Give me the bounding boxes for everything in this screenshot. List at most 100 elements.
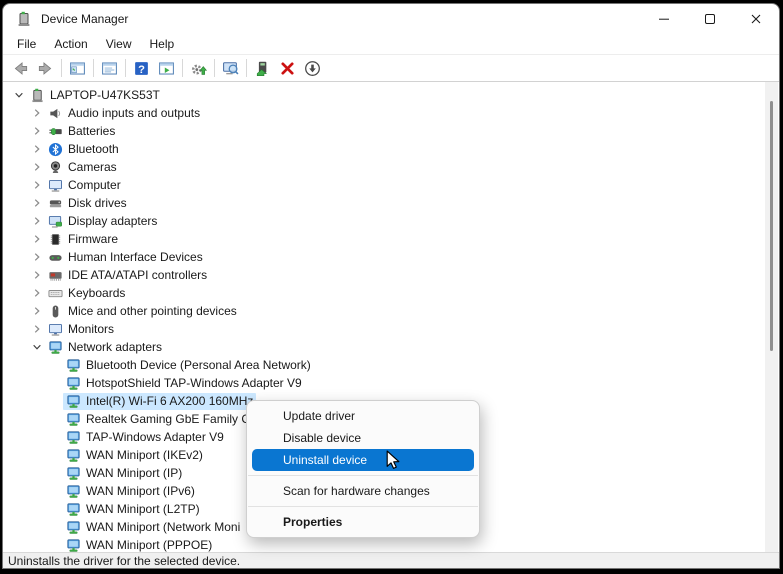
tree-item-keyboards[interactable]: Keyboards bbox=[3, 284, 779, 302]
scrollbar-track[interactable] bbox=[765, 82, 778, 552]
chevron-right-icon bbox=[30, 196, 44, 210]
scrollbar-thumb[interactable] bbox=[770, 101, 773, 351]
tree-item-label: Firmware bbox=[68, 232, 118, 246]
row-body[interactable]: WAN Miniport (IP) bbox=[63, 465, 185, 482]
chevron-right-icon[interactable] bbox=[29, 159, 45, 175]
row-body[interactable]: Audio inputs and outputs bbox=[45, 105, 203, 122]
chevron-right-icon[interactable] bbox=[29, 267, 45, 283]
context-menu-item-properties[interactable]: Properties bbox=[247, 511, 479, 533]
show-console-tree-button[interactable] bbox=[65, 56, 90, 80]
toolbar-separator bbox=[246, 59, 247, 77]
row-body[interactable]: WAN Miniport (PPPOE) bbox=[63, 537, 215, 553]
row-body[interactable]: Disk drives bbox=[45, 195, 130, 212]
svg-text:?: ? bbox=[138, 63, 145, 75]
tree-item-firmware[interactable]: Firmware bbox=[3, 230, 779, 248]
disable-device-button[interactable] bbox=[300, 56, 325, 80]
uninstall-device-button[interactable] bbox=[275, 56, 300, 80]
chevron-right-icon[interactable] bbox=[29, 141, 45, 157]
row-body[interactable]: Keyboards bbox=[45, 285, 128, 302]
chevron-right-icon[interactable] bbox=[29, 213, 45, 229]
chevron-right-icon[interactable] bbox=[29, 195, 45, 211]
row-body[interactable]: Display adapters bbox=[45, 213, 160, 230]
tree-item-label: Bluetooth bbox=[68, 142, 119, 156]
selected-row-body[interactable]: Intel(R) Wi-Fi 6 AX200 160MHz bbox=[63, 393, 256, 410]
close-button[interactable] bbox=[733, 4, 779, 34]
menu-help[interactable]: Help bbox=[141, 35, 184, 53]
tree-item-human-interface-devices[interactable]: Human Interface Devices bbox=[3, 248, 779, 266]
row-body[interactable]: Human Interface Devices bbox=[45, 249, 206, 266]
chevron-right-icon[interactable] bbox=[29, 177, 45, 193]
row-body[interactable]: Mice and other pointing devices bbox=[45, 303, 240, 320]
tree-item-laptop-u47ks53t[interactable]: LAPTOP-U47KS53T bbox=[3, 86, 779, 104]
tree-item-ide-ata-atapi-controllers[interactable]: IDE ATA/ATAPI controllers bbox=[3, 266, 779, 284]
row-body[interactable]: Bluetooth Device (Personal Area Network) bbox=[63, 357, 314, 374]
chevron-right-icon bbox=[30, 178, 44, 192]
chevron-spacer bbox=[47, 501, 63, 517]
network-adapter-icon bbox=[66, 502, 81, 517]
chevron-right-icon[interactable] bbox=[29, 303, 45, 319]
tree-item-label: Intel(R) Wi-Fi 6 AX200 160MHz bbox=[86, 394, 253, 408]
menu-view[interactable]: View bbox=[97, 35, 141, 53]
row-body[interactable]: Cameras bbox=[45, 159, 120, 176]
row-body[interactable]: WAN Miniport (IKEv2) bbox=[63, 447, 206, 464]
row-body[interactable]: Firmware bbox=[45, 231, 121, 248]
row-body[interactable]: WAN Miniport (Network Moni bbox=[63, 519, 243, 536]
row-body[interactable]: Monitors bbox=[45, 321, 117, 338]
chevron-right-icon[interactable] bbox=[29, 285, 45, 301]
chevron-right-icon[interactable] bbox=[29, 123, 45, 139]
chevron-right-icon[interactable] bbox=[29, 321, 45, 337]
back-button[interactable] bbox=[8, 56, 33, 80]
tree-item-hotspotshield-tap-windows-adapter-v9[interactable]: HotspotShield TAP-Windows Adapter V9 bbox=[3, 374, 779, 392]
display-adapter-icon bbox=[48, 214, 63, 229]
update-driver-software-button[interactable] bbox=[250, 56, 275, 80]
row-body[interactable]: TAP-Windows Adapter V9 bbox=[63, 429, 227, 446]
tree-item-network-adapters[interactable]: Network adapters bbox=[3, 338, 779, 356]
action-pane-button[interactable] bbox=[154, 56, 179, 80]
minimize-button[interactable] bbox=[641, 4, 687, 34]
maximize-button[interactable] bbox=[687, 4, 733, 34]
context-menu-item-update-driver[interactable]: Update driver bbox=[247, 405, 479, 427]
tree-item-monitors[interactable]: Monitors bbox=[3, 320, 779, 338]
chevron-down-icon[interactable] bbox=[29, 339, 45, 355]
window-title: Device Manager bbox=[41, 12, 128, 26]
row-body[interactable]: WAN Miniport (IPv6) bbox=[63, 483, 198, 500]
row-body[interactable]: Batteries bbox=[45, 123, 118, 140]
chevron-spacer bbox=[47, 483, 63, 499]
tree-item-bluetooth-device-personal-area-network[interactable]: Bluetooth Device (Personal Area Network) bbox=[3, 356, 779, 374]
row-body[interactable]: IDE ATA/ATAPI controllers bbox=[45, 267, 210, 284]
row-body[interactable]: Bluetooth bbox=[45, 141, 122, 158]
context-menu-item-disable-device[interactable]: Disable device bbox=[247, 427, 479, 449]
chevron-right-icon[interactable] bbox=[29, 249, 45, 265]
row-body[interactable]: WAN Miniport (L2TP) bbox=[63, 501, 203, 518]
properties-button[interactable] bbox=[97, 56, 122, 80]
tree-item-batteries[interactable]: Batteries bbox=[3, 122, 779, 140]
context-menu-item-scan-for-hardware-changes[interactable]: Scan for hardware changes bbox=[247, 480, 479, 502]
tree-item-label: WAN Miniport (IP) bbox=[86, 466, 182, 480]
row-body[interactable]: HotspotShield TAP-Windows Adapter V9 bbox=[63, 375, 305, 392]
help-button[interactable]: ? bbox=[129, 56, 154, 80]
properties-icon bbox=[101, 60, 118, 77]
chevron-right-icon[interactable] bbox=[29, 231, 45, 247]
tree-item-wan-miniport-pppoe[interactable]: WAN Miniport (PPPOE) bbox=[3, 536, 779, 552]
chevron-right-icon bbox=[30, 160, 44, 174]
tree-item-audio-inputs-and-outputs[interactable]: Audio inputs and outputs bbox=[3, 104, 779, 122]
forward-button[interactable] bbox=[33, 56, 58, 80]
menu-file[interactable]: File bbox=[8, 35, 45, 53]
row-body[interactable]: Realtek Gaming GbE Family Co bbox=[63, 411, 260, 428]
tree-item-computer[interactable]: Computer bbox=[3, 176, 779, 194]
chevron-right-icon[interactable] bbox=[29, 105, 45, 121]
context-menu-item-uninstall-device[interactable]: Uninstall device bbox=[252, 449, 474, 471]
menu-action[interactable]: Action bbox=[45, 35, 96, 53]
row-body[interactable]: Network adapters bbox=[45, 339, 165, 356]
chevron-down-icon[interactable] bbox=[11, 87, 27, 103]
tree-item-mice-and-other-pointing-devices[interactable]: Mice and other pointing devices bbox=[3, 302, 779, 320]
tree-item-disk-drives[interactable]: Disk drives bbox=[3, 194, 779, 212]
tree-item-label: LAPTOP-U47KS53T bbox=[50, 88, 160, 102]
row-body[interactable]: LAPTOP-U47KS53T bbox=[27, 87, 163, 104]
row-body[interactable]: Computer bbox=[45, 177, 124, 194]
scan-hardware-changes-button[interactable] bbox=[218, 56, 243, 80]
update-driver-button[interactable] bbox=[186, 56, 211, 80]
tree-item-cameras[interactable]: Cameras bbox=[3, 158, 779, 176]
tree-item-display-adapters[interactable]: Display adapters bbox=[3, 212, 779, 230]
tree-item-bluetooth[interactable]: Bluetooth bbox=[3, 140, 779, 158]
